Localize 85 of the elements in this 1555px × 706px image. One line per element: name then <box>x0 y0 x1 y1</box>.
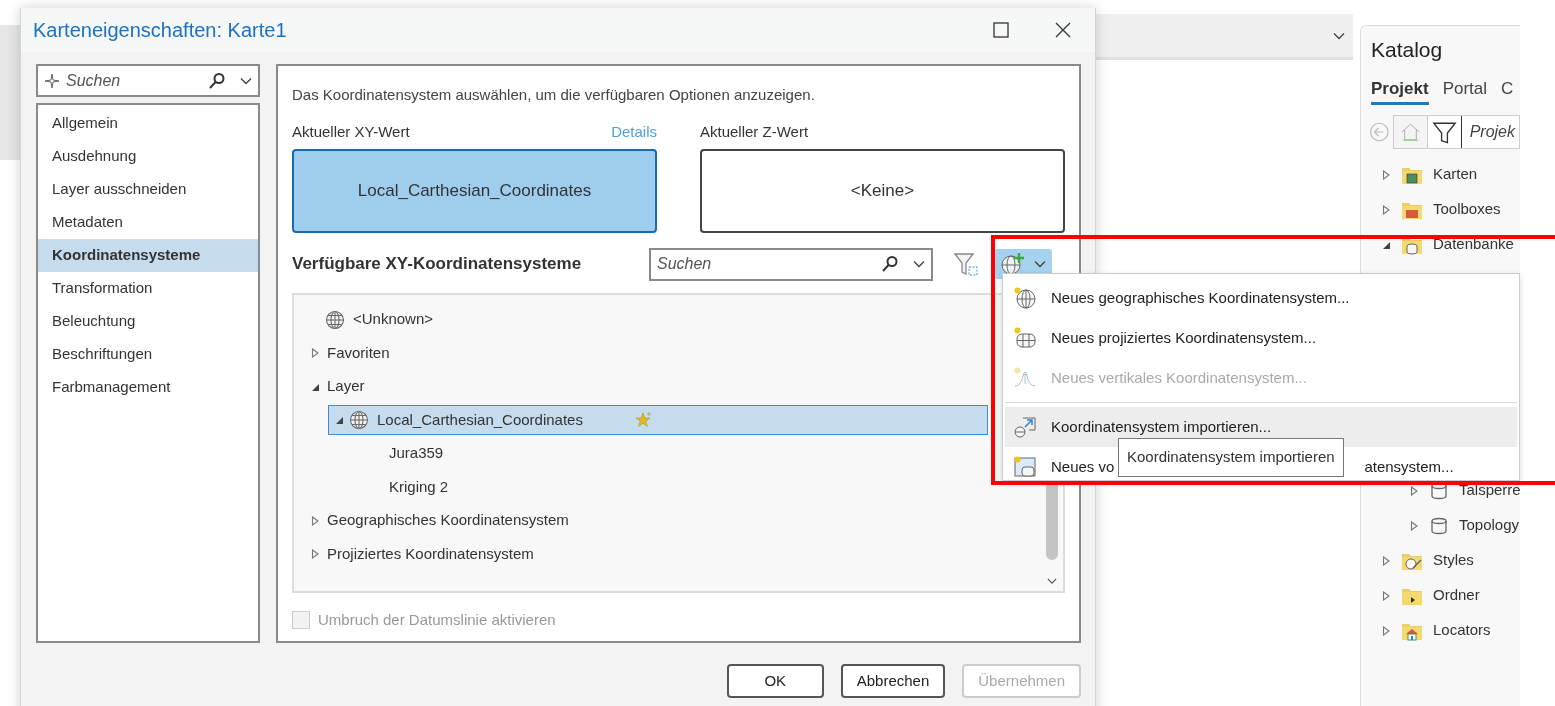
database-icon <box>1429 515 1449 536</box>
globe-icon <box>1013 286 1037 310</box>
category-item[interactable]: Transformation <box>38 272 258 305</box>
search-placeholder: Suchen <box>657 254 713 274</box>
catalog-item-label[interactable]: Ordner <box>1433 584 1480 607</box>
catalog-item-label[interactable]: Topology <box>1459 514 1520 537</box>
close-icon[interactable] <box>1055 22 1071 38</box>
tree-item[interactable]: <Unknown> <box>304 304 443 335</box>
globe-icon <box>349 410 369 430</box>
vertical-curve-icon <box>1013 366 1037 390</box>
category-item[interactable]: Farbmanagement <box>38 371 258 404</box>
tab-list-chevron-icon[interactable] <box>1333 31 1345 40</box>
catalog-item-label[interactable]: Toolboxes <box>1433 198 1501 221</box>
expand-arrow-icon[interactable] <box>1381 169 1391 180</box>
catalog-item-label[interactable]: Karten <box>1433 163 1478 186</box>
description-text: Das Koordinatensystem auswählen, um die verfügbaren Optionen anzuzeigen. <box>292 85 816 105</box>
tree-item-label: Favoriten <box>327 342 390 363</box>
tree-item-label: Geographisches Koordinatensystem <box>327 510 569 531</box>
search-icon[interactable] <box>881 255 899 273</box>
favorite-star-icon[interactable] <box>634 411 653 429</box>
category-item[interactable]: Metadaten <box>38 206 258 239</box>
expand-arrow-icon[interactable] <box>1409 485 1419 496</box>
scroll-down-icon[interactable] <box>1047 577 1057 585</box>
expand-arrow-icon[interactable] <box>1381 590 1391 601</box>
search-placeholder: Suchen <box>66 70 122 91</box>
catalog-item-label[interactable]: Locators <box>1433 619 1491 642</box>
tree-item[interactable]: Kriging 2 <box>352 472 458 502</box>
expand-arrow-icon[interactable] <box>310 348 320 358</box>
catalog-tab[interactable]: C <box>1501 75 1514 105</box>
chevron-down-icon[interactable] <box>913 260 925 268</box>
category-item[interactable]: Beschriftungen <box>38 338 258 371</box>
category-item[interactable]: Koordinatensysteme <box>38 239 258 272</box>
search-field[interactable]: Suchen <box>36 64 260 97</box>
current-xy-label: Aktueller XY-Wert <box>292 121 410 142</box>
menu-item[interactable]: Neues projiziertes Koordinatensystem... <box>1005 318 1517 358</box>
tree-item-label: Projiziertes Koordinatensystem <box>327 543 534 564</box>
expand-arrow-icon[interactable] <box>310 515 320 526</box>
tree-item-label: Kriging 2 <box>389 476 449 497</box>
collapse-arrow-icon[interactable] <box>334 415 344 425</box>
sparkle-icon <box>44 72 60 89</box>
dialog-button[interactable]: Abbrechen <box>840 664 946 698</box>
tree-item[interactable]: Geographisches Koordinatensystem <box>304 505 578 536</box>
menu-item[interactable]: Neues vo <box>1051 455 1115 479</box>
catalog-tab[interactable]: Projekt <box>1371 75 1429 105</box>
catalog-item-label[interactable]: Datenbanke <box>1433 233 1514 256</box>
globe-icon <box>325 309 345 330</box>
expand-arrow-icon[interactable] <box>1381 555 1391 566</box>
catalog-title: Katalog <box>1370 37 1444 63</box>
import-icon <box>1013 415 1037 439</box>
tree-item[interactable]: Local_Carthesian_Coordinates <box>328 405 988 435</box>
catalog-item-label[interactable]: Styles <box>1433 549 1474 572</box>
current-z-label: Aktueller Z-Wert <box>700 121 810 142</box>
expand-arrow-icon[interactable] <box>1381 625 1391 636</box>
current-z-value[interactable]: <Keine> <box>700 149 1065 233</box>
tree-item-label: Jura359 <box>389 443 444 464</box>
checkbox-label: Umbruch der Datumslinie aktivieren <box>318 610 556 630</box>
expand-arrow-icon[interactable] <box>310 549 320 559</box>
maximize-icon[interactable] <box>993 22 1009 38</box>
tree-item[interactable]: Favoriten <box>304 338 399 368</box>
grid-globe-icon <box>1013 326 1037 350</box>
dialog-button[interactable]: OK <box>726 664 824 698</box>
current-xy-value[interactable]: Local_Carthesian_Coordinates <box>292 149 657 233</box>
dropdown-caret-icon[interactable] <box>1034 260 1046 268</box>
category-item[interactable]: Allgemein <box>38 107 258 140</box>
tree-item-label: <Unknown> <box>353 309 434 330</box>
menu-item[interactable]: Koordinatensystem importieren... <box>1005 407 1517 447</box>
category-item[interactable]: Ausdehnung <box>38 140 258 173</box>
catalog-tab[interactable]: Portal <box>1442 75 1488 105</box>
tree-item-label: Local_Carthesian_Coordinates <box>377 409 583 430</box>
search-icon[interactable] <box>208 71 226 90</box>
expand-arrow-icon[interactable] <box>1381 204 1391 215</box>
menu-item-label-end[interactable]: atensystem... <box>1364 455 1454 479</box>
menu-item[interactable]: Neues geographisches Koordinatensystem... <box>1005 278 1517 318</box>
tree-item[interactable]: Jura359 <box>352 438 453 469</box>
window-title: Karteneigenschaften: Karte1 <box>33 18 287 43</box>
chevron-down-icon[interactable] <box>240 76 252 85</box>
category-item[interactable]: Layer ausschneiden <box>38 173 258 206</box>
tree-item[interactable]: Layer <box>304 371 374 402</box>
tree-item-label: Layer <box>327 376 365 397</box>
expand-arrow-icon[interactable] <box>1409 520 1419 531</box>
coordinate-search-field[interactable]: Suchen <box>649 247 933 281</box>
tooltip: Koordinatensystem importieren <box>1118 438 1344 477</box>
category-item[interactable]: Beleuchtung <box>38 305 258 338</box>
tree-item[interactable]: Projiziertes Koordinatensystem <box>304 539 543 569</box>
section-title: Verfügbare XY-Koordinatensysteme <box>292 253 583 276</box>
